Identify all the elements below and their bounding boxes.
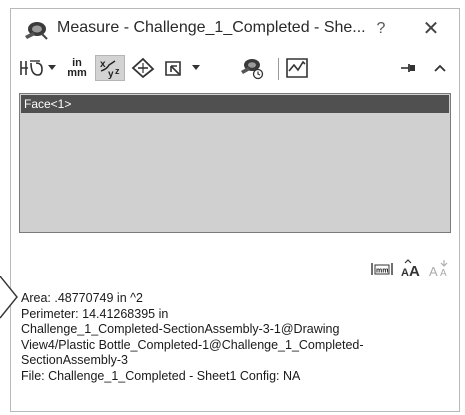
arc-circle-dropdown[interactable]: [47, 55, 57, 81]
pin-button[interactable]: [397, 55, 421, 81]
toolbar-separator: [278, 58, 279, 80]
xyz-measure-button[interactable]: x y z: [95, 55, 125, 81]
caret-down-icon: [48, 65, 56, 70]
arc-circle-measure-icon: [20, 60, 43, 76]
close-button[interactable]: ✕: [419, 17, 443, 41]
svg-text:A: A: [409, 263, 420, 279]
projection-dropdown[interactable]: [191, 55, 201, 81]
point-to-point-button[interactable]: [129, 55, 157, 81]
decrease-font-icon: A A: [429, 260, 448, 279]
projection-button[interactable]: [161, 55, 189, 81]
selection-list-item[interactable]: Face<1>: [21, 95, 449, 113]
units-precision-icon: in mm: [67, 58, 87, 79]
create-sensor-button[interactable]: [237, 55, 267, 81]
callout-pointer-icon: [0, 275, 20, 325]
component-path-line: View4/Plastic Bottle_Completed-1@Challen…: [21, 337, 364, 352]
perimeter-result: Perimeter: 14.41268395 in: [21, 306, 169, 321]
component-path-line: Challenge_1_Completed-SectionAssembly-3-…: [21, 322, 340, 336]
measure-history-button[interactable]: [283, 55, 311, 81]
increase-font-button[interactable]: A A: [399, 255, 425, 283]
file-config-result: File: Challenge_1_Completed - Sheet1 Con…: [21, 368, 301, 383]
svg-text:A: A: [440, 268, 447, 279]
results-tools: mm A A A A: [11, 255, 459, 283]
units-bottom-label: mm: [67, 67, 87, 79]
measurement-results: Area: .48770749 in ^2 Perimeter: 14.4126…: [21, 291, 451, 384]
dual-dimension-button[interactable]: mm: [369, 255, 395, 283]
results-panel: mm A A A A Area: .48770749 in ^2 Perimet…: [11, 235, 459, 411]
projection-icon: [165, 61, 181, 76]
decrease-font-button[interactable]: A A: [427, 255, 453, 283]
svg-text:mm: mm: [376, 268, 388, 275]
dual-dimension-icon: mm: [371, 263, 393, 275]
help-button[interactable]: ?: [369, 17, 393, 41]
collapse-button[interactable]: [429, 55, 451, 81]
arc-circle-measure-button[interactable]: [17, 55, 45, 81]
area-result: Area: .48770749 in ^2: [21, 291, 143, 305]
svg-text:A: A: [401, 267, 409, 279]
history-icon: [286, 58, 308, 78]
sensor-icon: [241, 59, 264, 80]
caret-down-icon: [192, 65, 200, 70]
point-to-point-icon: [131, 57, 155, 79]
units-precision-button[interactable]: in mm: [63, 55, 91, 81]
title-bar[interactable]: Measure - Challenge_1_Completed - She...…: [11, 9, 459, 49]
increase-font-icon: A A: [401, 259, 420, 279]
measure-app-icon: [23, 19, 49, 41]
collapse-icon: [434, 64, 446, 72]
measure-dialog: Measure - Challenge_1_Completed - She...…: [10, 8, 460, 412]
measure-toolbar: in mm x y z: [11, 49, 459, 87]
selection-list[interactable]: Face<1>: [19, 93, 451, 233]
window-title: Measure - Challenge_1_Completed - She...: [57, 19, 366, 36]
component-path-line: SectionAssembly-3: [21, 353, 128, 367]
pin-icon: [401, 64, 415, 72]
svg-text:z: z: [115, 66, 120, 76]
svg-text:A: A: [429, 264, 438, 279]
svg-text:y: y: [108, 69, 114, 79]
xyz-measure-icon: x y z: [100, 59, 120, 79]
